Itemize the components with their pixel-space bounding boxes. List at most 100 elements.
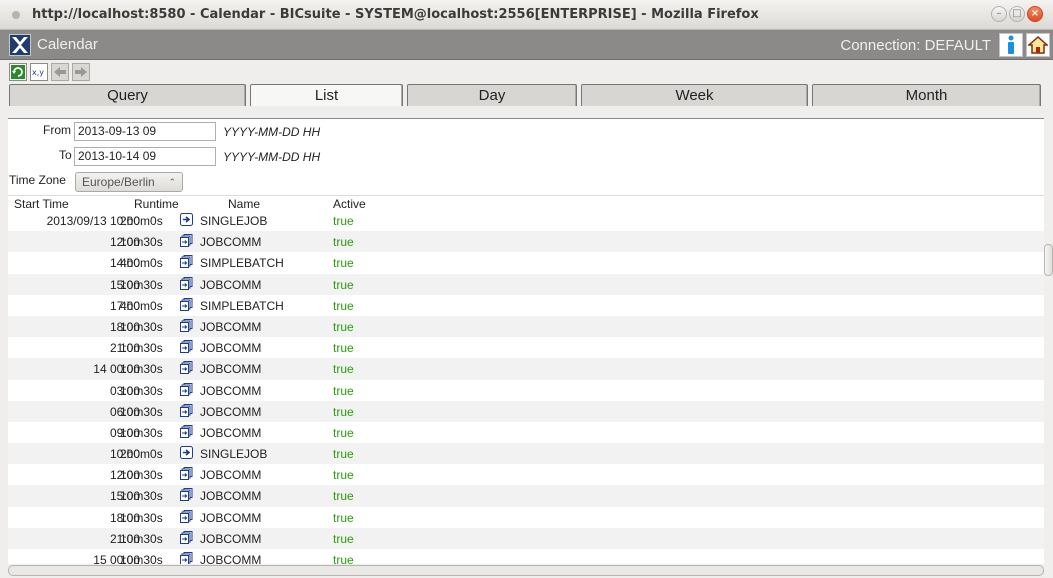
horizontal-scrollbar[interactable] [8, 565, 1044, 576]
active-cell: true [333, 447, 354, 461]
job-name-cell[interactable]: SINGLEJOB [200, 447, 267, 461]
window-menu-icon[interactable] [12, 11, 20, 19]
table-row[interactable]: 15:0010m30sJOBCOMMtrue [8, 274, 1044, 295]
table-row[interactable]: 21:0010m30sJOBCOMMtrue [8, 337, 1044, 358]
from-row: From 2013-09-13 09 YYYY-MM-DD HH [8, 120, 608, 143]
table-row[interactable]: 17:004h0m0sSIMPLEBATCHtrue [8, 295, 1044, 316]
timezone-select[interactable]: Europe/Berlin ⌃ [75, 172, 183, 192]
table-row[interactable]: 12:0010m30sJOBCOMMtrue [8, 231, 1044, 252]
batch-icon [180, 531, 193, 544]
job-name-cell[interactable]: JOBCOMM [200, 426, 261, 440]
browser-titlebar: http://localhost:8580 - Calendar - BICsu… [0, 0, 1053, 30]
job-name-cell[interactable]: JOBCOMM [200, 553, 261, 564]
job-name-cell[interactable]: JOBCOMM [200, 235, 261, 249]
active-cell: true [333, 235, 354, 249]
table-row[interactable]: 18:0010m30sJOBCOMMtrue [8, 316, 1044, 337]
job-name-cell[interactable]: JOBCOMM [200, 405, 261, 419]
tab-week[interactable]: Week [581, 84, 808, 106]
table-row[interactable]: 14:004h0m0sSIMPLEBATCHtrue [8, 252, 1044, 273]
to-input[interactable]: 2013-10-14 09 [74, 147, 216, 166]
from-input[interactable]: 2013-09-13 09 [74, 122, 216, 141]
from-label: From [43, 123, 71, 137]
table-row[interactable]: 14 00:0010m30sJOBCOMMtrue [8, 358, 1044, 379]
to-format-hint: YYYY-MM-DD HH [223, 150, 320, 164]
batch-icon [180, 510, 193, 523]
runtime-cell: 10m30s [120, 320, 163, 334]
column-header-runtime[interactable]: Runtime [134, 197, 179, 211]
tab-month[interactable]: Month [812, 84, 1041, 106]
job-name-cell[interactable]: SINGLEJOB [200, 214, 267, 228]
calendar-list: 2013/09/13 10:002h0m0sSINGLEJOBtrue12:00… [8, 210, 1044, 564]
job-name-cell[interactable]: JOBCOMM [200, 362, 261, 376]
table-row[interactable]: 09:0010m30sJOBCOMMtrue [8, 422, 1044, 443]
to-label: To [59, 148, 72, 162]
batch-icon [180, 383, 193, 396]
active-cell: true [333, 299, 354, 313]
table-row[interactable]: 21:0010m30sJOBCOMMtrue [8, 528, 1044, 549]
job-name-cell[interactable]: JOBCOMM [200, 384, 261, 398]
table-row[interactable]: 18:0010m30sJOBCOMMtrue [8, 507, 1044, 528]
job-name-cell[interactable]: JOBCOMM [200, 468, 261, 482]
table-row[interactable]: 15 00:0010m30sJOBCOMMtrue [8, 549, 1044, 564]
back-arrow-icon[interactable] [51, 63, 69, 81]
batch-icon [180, 404, 193, 417]
job-name-cell[interactable]: SIMPLEBATCH [200, 256, 284, 270]
minimize-icon[interactable]: – [991, 6, 1007, 22]
info-icon[interactable] [999, 33, 1023, 57]
job-name-cell[interactable]: JOBCOMM [200, 341, 261, 355]
tab-query[interactable]: Query [9, 84, 246, 106]
tab-day[interactable]: Day [407, 84, 577, 106]
active-cell: true [333, 489, 354, 503]
job-icon [180, 446, 193, 459]
batch-icon [180, 361, 193, 374]
vertical-scrollbar[interactable] [1044, 118, 1053, 578]
timezone-value: Europe/Berlin [82, 175, 155, 189]
runtime-cell: 10m30s [120, 426, 163, 440]
maximize-icon[interactable]: □ [1009, 6, 1025, 22]
active-cell: true [333, 362, 354, 376]
active-cell: true [333, 426, 354, 440]
table-row[interactable]: 15:0010m30sJOBCOMMtrue [8, 485, 1044, 506]
column-header-start-time[interactable]: Start Time [14, 197, 69, 211]
batch-icon [180, 277, 193, 290]
active-cell: true [333, 214, 354, 228]
column-header-active[interactable]: Active [333, 197, 366, 211]
table-row[interactable]: 06:0010m30sJOBCOMMtrue [8, 401, 1044, 422]
active-cell: true [333, 468, 354, 482]
active-cell: true [333, 341, 354, 355]
column-header-name[interactable]: Name [228, 197, 260, 211]
job-name-cell[interactable]: JOBCOMM [200, 320, 261, 334]
active-cell: true [333, 256, 354, 270]
scrollbar-thumb[interactable] [1044, 244, 1053, 276]
active-cell: true [333, 405, 354, 419]
table-row[interactable]: 12:0010m30sJOBCOMMtrue [8, 464, 1044, 485]
table-row[interactable]: 03:0010m30sJOBCOMMtrue [8, 380, 1044, 401]
active-cell: true [333, 511, 354, 525]
runtime-cell: 10m30s [120, 362, 163, 376]
runtime-cell: 10m30s [120, 532, 163, 546]
tab-list[interactable]: List [250, 84, 403, 106]
close-icon[interactable]: × [1027, 6, 1043, 22]
table-row[interactable]: 10:002h0m0sSINGLEJOBtrue [8, 443, 1044, 464]
job-name-cell[interactable]: JOBCOMM [200, 489, 261, 503]
job-name-cell[interactable]: JOBCOMM [200, 278, 261, 292]
forward-arrow-icon[interactable] [72, 63, 90, 81]
active-cell: true [333, 553, 354, 564]
batch-icon [180, 425, 193, 438]
to-row: To 2013-10-14 09 YYYY-MM-DD HH [8, 145, 608, 168]
timezone-label: Time Zone [9, 173, 66, 187]
refresh-icon[interactable] [9, 63, 27, 81]
home-icon[interactable] [1026, 33, 1050, 57]
job-name-cell[interactable]: JOBCOMM [200, 532, 261, 546]
from-format-hint: YYYY-MM-DD HH [223, 125, 320, 139]
job-name-cell[interactable]: JOBCOMM [200, 511, 261, 525]
xy-icon[interactable]: x,y [30, 63, 48, 81]
runtime-cell: 2h0m0s [120, 214, 163, 228]
batch-icon [180, 234, 193, 247]
runtime-cell: 2h0m0s [120, 447, 163, 461]
batch-icon [180, 340, 193, 353]
batch-icon [180, 319, 193, 332]
table-row[interactable]: 2013/09/13 10:002h0m0sSINGLEJOBtrue [8, 210, 1044, 231]
job-name-cell[interactable]: SIMPLEBATCH [200, 299, 284, 313]
connection-label: Connection: DEFAULT [840, 37, 991, 54]
